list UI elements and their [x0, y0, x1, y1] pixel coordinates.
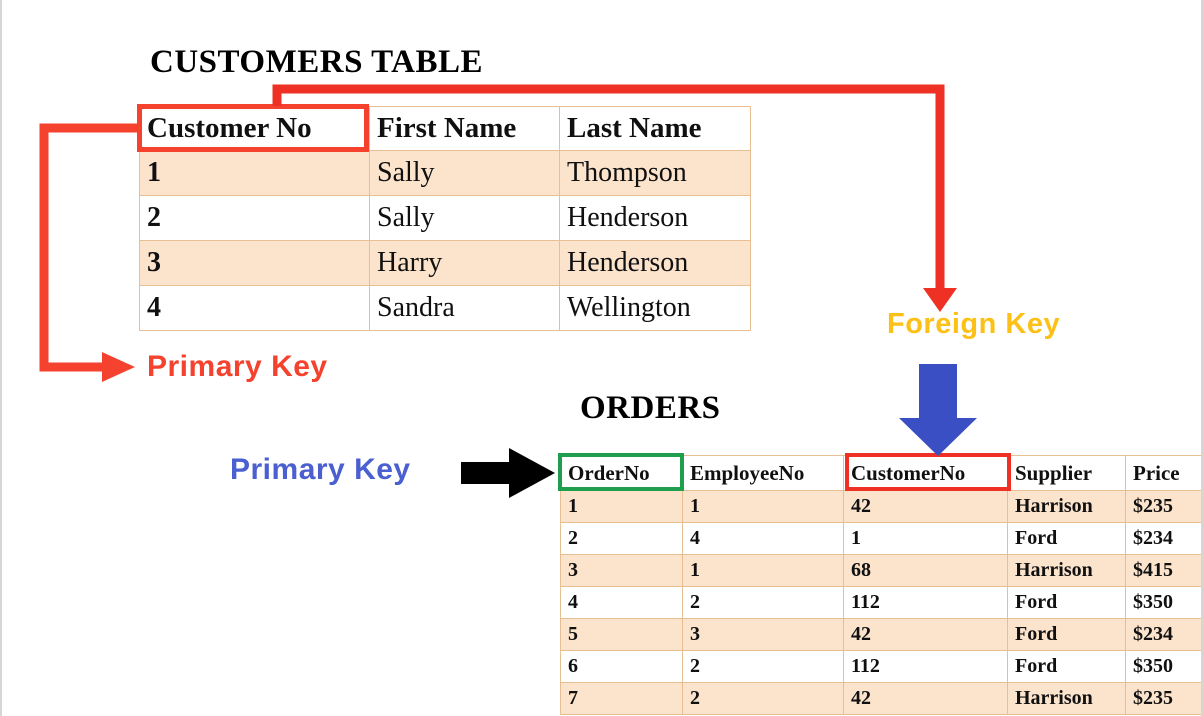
table-row: 4 2 112 Ford $350	[560, 586, 1201, 619]
orders-header-supplier: Supplier	[1007, 455, 1126, 491]
primary-key-orders-black-arrow	[461, 448, 555, 498]
table-row: 2 Sally Henderson	[139, 195, 751, 241]
orders-cell-price: $235	[1125, 682, 1201, 715]
orders-cell-supplier: Harrison	[1007, 554, 1126, 587]
foreign-key-blue-block-arrow	[899, 364, 977, 456]
customers-cell-last-name: Henderson	[559, 240, 751, 286]
orders-cell-supplier: Ford	[1007, 618, 1126, 651]
customers-table-title: CUSTOMERS TABLE	[150, 44, 484, 80]
orders-header-price: Price	[1125, 455, 1201, 491]
customers-cell-first-name: Sally	[369, 150, 560, 196]
customers-cell-first-name: Harry	[369, 240, 560, 286]
orders-header-customer-no: CustomerNo	[843, 455, 1008, 491]
table-row: 2 4 1 Ford $234	[560, 522, 1201, 555]
orders-cell-customer-no: 42	[843, 490, 1008, 523]
table-row: 5 3 42 Ford $234	[560, 618, 1201, 651]
orders-header-order-no: OrderNo	[560, 455, 683, 491]
customers-header-last-name: Last Name	[559, 106, 751, 151]
primary-key-orders-label: Primary Key	[230, 453, 411, 486]
orders-cell-supplier: Ford	[1007, 586, 1126, 619]
orders-cell-employee-no: 1	[682, 554, 844, 587]
orders-cell-customer-no: 112	[843, 650, 1008, 683]
foreign-key-label: Foreign Key	[887, 308, 1061, 340]
customers-cell-customer-no: 1	[139, 150, 370, 196]
table-row: 7 2 42 Harrison $235	[560, 682, 1201, 715]
orders-cell-supplier: Ford	[1007, 650, 1126, 683]
orders-cell-customer-no: 112	[843, 586, 1008, 619]
primary-key-customers-connector-arrow	[39, 123, 137, 382]
customers-cell-last-name: Thompson	[559, 150, 751, 196]
orders-cell-employee-no: 2	[682, 586, 844, 619]
table-row: 3 Harry Henderson	[139, 240, 751, 286]
customers-cell-last-name: Henderson	[559, 195, 751, 241]
orders-cell-customer-no: 68	[843, 554, 1008, 587]
table-row: 6 2 112 Ford $350	[560, 650, 1201, 683]
customers-cell-customer-no: 2	[139, 195, 370, 241]
table-row: 1 1 42 Harrison $235	[560, 490, 1201, 523]
orders-cell-supplier: Ford	[1007, 522, 1126, 555]
orders-table-title: ORDERS	[580, 390, 721, 426]
customers-cell-first-name: Sally	[369, 195, 560, 241]
orders-cell-supplier: Harrison	[1007, 490, 1126, 523]
orders-cell-employee-no: 1	[682, 490, 844, 523]
customers-header-customer-no: Customer No	[139, 106, 370, 151]
orders-cell-order-no: 5	[560, 618, 683, 651]
orders-cell-price: $415	[1125, 554, 1201, 587]
orders-cell-customer-no: 1	[843, 522, 1008, 555]
customers-cell-customer-no: 4	[139, 285, 370, 331]
customers-header-row: Customer No First Name Last Name	[139, 106, 751, 151]
customers-cell-last-name: Wellington	[559, 285, 751, 331]
primary-key-customers-label: Primary Key	[147, 350, 328, 383]
orders-cell-order-no: 3	[560, 554, 683, 587]
customers-table: Customer No First Name Last Name 1 Sally…	[139, 106, 751, 331]
orders-cell-customer-no: 42	[843, 682, 1008, 715]
customers-cell-first-name: Sandra	[369, 285, 560, 331]
diagram-canvas: CUSTOMERS TABLE Customer No First Name L…	[0, 0, 1203, 716]
orders-cell-employee-no: 4	[682, 522, 844, 555]
orders-cell-order-no: 7	[560, 682, 683, 715]
orders-cell-order-no: 4	[560, 586, 683, 619]
orders-cell-supplier: Harrison	[1007, 682, 1126, 715]
orders-cell-price: $350	[1125, 586, 1201, 619]
orders-header-row: OrderNo EmployeeNo CustomerNo Supplier P…	[560, 455, 1201, 491]
orders-table: OrderNo EmployeeNo CustomerNo Supplier P…	[560, 455, 1201, 715]
orders-cell-price: $234	[1125, 618, 1201, 651]
orders-cell-price: $350	[1125, 650, 1201, 683]
table-row: 4 Sandra Wellington	[139, 285, 751, 331]
orders-cell-employee-no: 2	[682, 682, 844, 715]
orders-cell-employee-no: 2	[682, 650, 844, 683]
orders-cell-order-no: 1	[560, 490, 683, 523]
customers-header-first-name: First Name	[369, 106, 560, 151]
table-row: 3 1 68 Harrison $415	[560, 554, 1201, 587]
customers-cell-customer-no: 3	[139, 240, 370, 286]
orders-cell-price: $235	[1125, 490, 1201, 523]
orders-header-employee-no: EmployeeNo	[682, 455, 844, 491]
orders-cell-order-no: 6	[560, 650, 683, 683]
orders-cell-customer-no: 42	[843, 618, 1008, 651]
table-row: 1 Sally Thompson	[139, 150, 751, 196]
orders-cell-employee-no: 3	[682, 618, 844, 651]
orders-cell-price: $234	[1125, 522, 1201, 555]
orders-cell-order-no: 2	[560, 522, 683, 555]
